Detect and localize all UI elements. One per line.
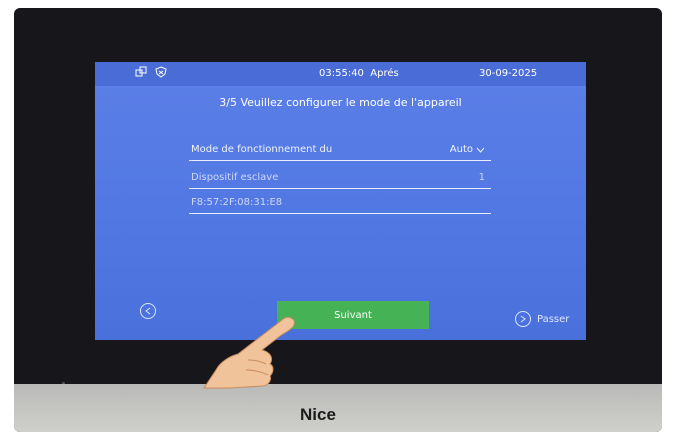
mac-address-label: F8:57:2F:08:31:E8 <box>191 197 283 208</box>
clock-time: 03:55:40 <box>319 68 364 79</box>
chevron-right-circle-icon <box>515 311 531 327</box>
mac-address-field[interactable]: F8:57:2F:08:31:E8 <box>189 195 491 214</box>
operating-mode-value: Auto <box>449 144 473 155</box>
skip-button[interactable]: Passer <box>515 311 569 327</box>
previous-button[interactable] <box>140 303 156 319</box>
pointing-hand-icon <box>203 317 295 389</box>
operating-mode-label: Mode de fonctionnement du <box>191 144 333 155</box>
link-icon <box>135 66 147 78</box>
slave-device-label: Dispositif esclave <box>191 172 279 183</box>
chevron-left-icon <box>145 307 151 315</box>
skip-label: Passer <box>537 313 570 325</box>
wizard-title: 3/5 Veuillez configurer le mode de l'app… <box>219 96 462 109</box>
brand-logo: Nice <box>300 405 336 424</box>
slave-device-field[interactable]: Dispositif esclave 1 <box>189 170 491 189</box>
date-display: 30-09-2025 <box>479 68 538 79</box>
touch-screen: 03:55:40 Aprés 30-09-2025 3/5 Veuillez c… <box>95 62 586 340</box>
slave-device-value: 1 <box>478 172 485 183</box>
chevron-down-icon <box>476 147 485 153</box>
clock-suffix: Aprés <box>370 68 399 79</box>
shield-icon <box>155 66 167 78</box>
operating-mode-field[interactable]: Mode de fonctionnement du Auto <box>189 142 491 161</box>
status-bar: 03:55:40 Aprés 30-09-2025 <box>95 62 586 86</box>
clock: 03:55:40 Aprés <box>319 68 399 79</box>
